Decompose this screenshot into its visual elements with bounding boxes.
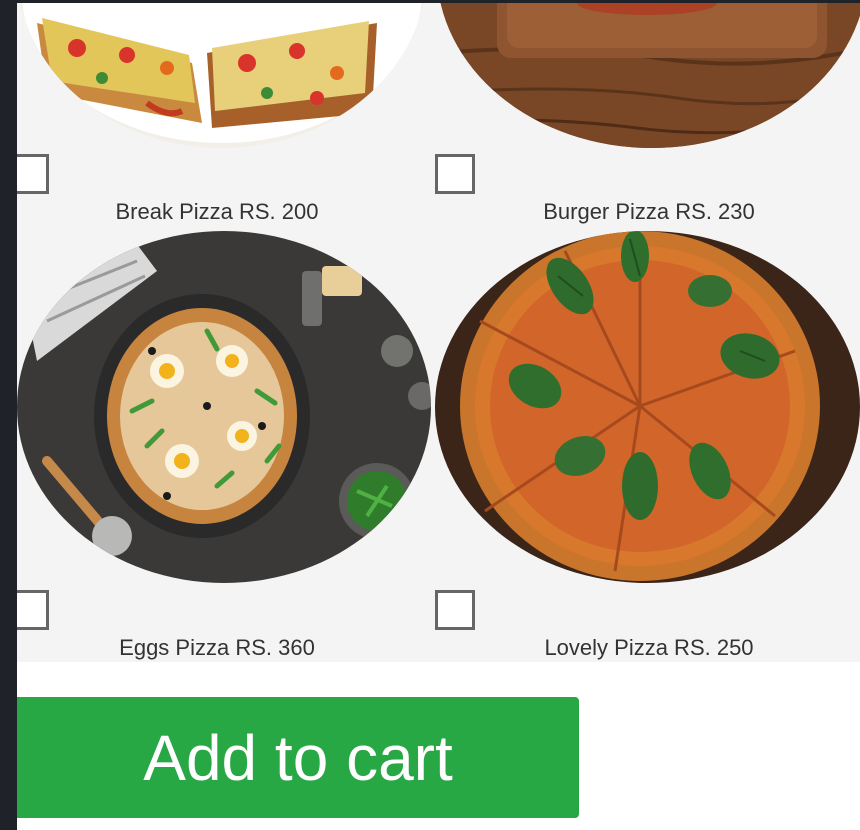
page-content: Break Pizza RS. 200 Burger Pizza RS. 230… [17, 3, 860, 830]
checkbox-eggs-pizza[interactable] [17, 590, 49, 630]
checkbox-lovely-pizza[interactable] [435, 590, 475, 630]
product-image-eggs-pizza [17, 231, 431, 583]
product-image-break-pizza [17, 3, 427, 148]
wooden-board-image [437, 3, 860, 148]
margherita-pizza-image [435, 231, 860, 583]
product-grid: Break Pizza RS. 200 Burger Pizza RS. 230… [17, 3, 860, 662]
checkbox-break-pizza[interactable] [17, 154, 49, 194]
product-image-burger-pizza [437, 3, 860, 148]
product-label-lovely-pizza: Lovely Pizza RS. 250 [544, 635, 754, 660]
product-label-break-pizza: Break Pizza RS. 200 [115, 199, 319, 224]
add-to-cart-button[interactable]: Add to cart [17, 697, 579, 818]
product-label-burger-pizza: Burger Pizza RS. 230 [543, 199, 755, 224]
product-image-lovely-pizza [435, 231, 860, 583]
eggs-pizza-image [17, 231, 431, 583]
bread-pizza-image [17, 3, 427, 148]
checkbox-burger-pizza[interactable] [435, 154, 475, 194]
window-frame-left [0, 0, 17, 830]
product-label-eggs-pizza: Eggs Pizza RS. 360 [119, 635, 315, 660]
